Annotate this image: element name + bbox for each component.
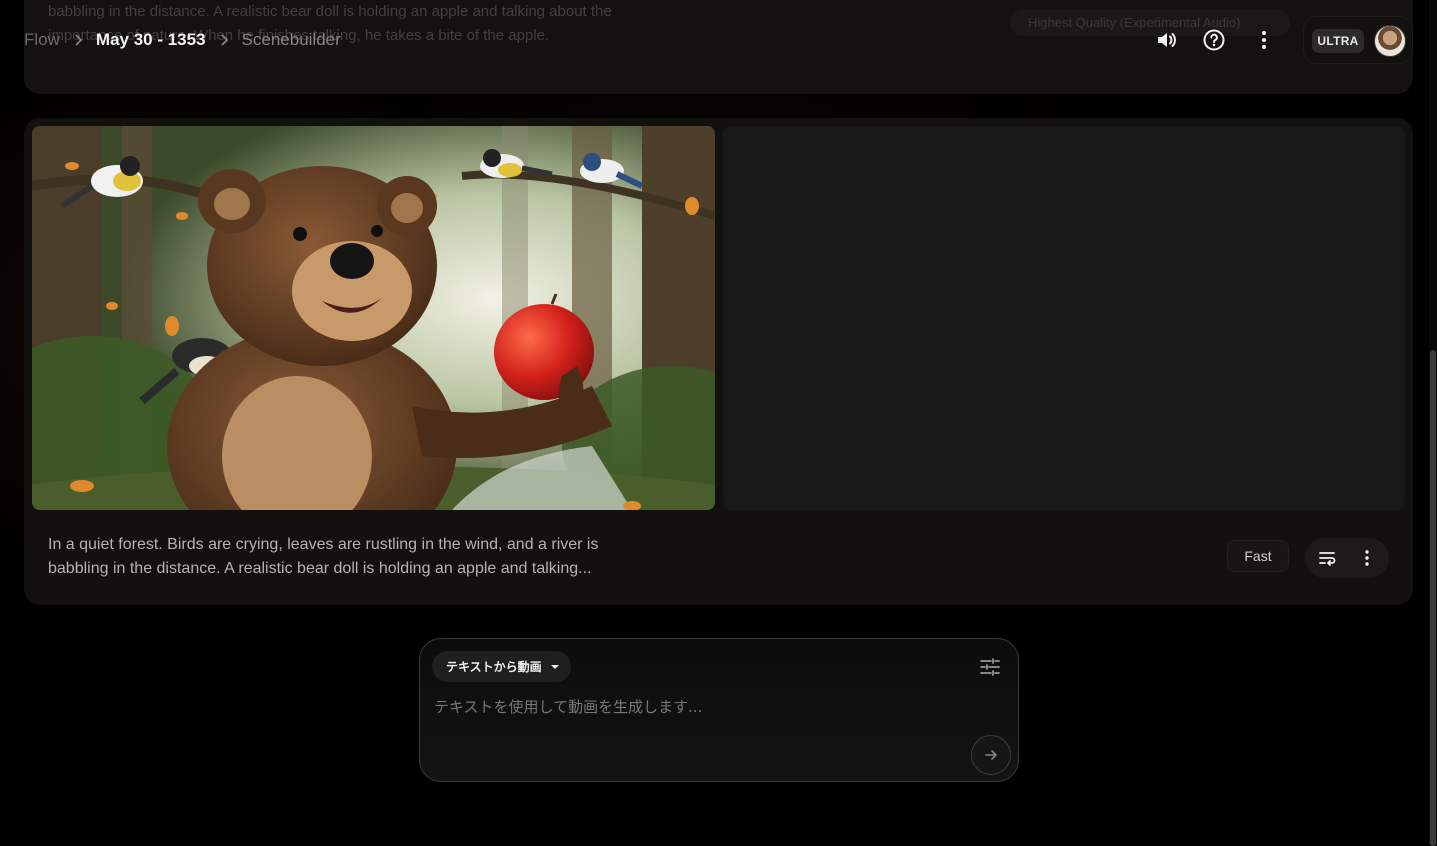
settings-tune-icon[interactable]: [978, 655, 1002, 679]
more-vert-icon[interactable]: [1355, 546, 1379, 570]
clip-caption: In a quiet forest. Birds are crying, lea…: [48, 536, 599, 577]
clip-actions: [1305, 538, 1389, 578]
chevron-right-icon: [220, 34, 228, 46]
bear-forest-illustration: [32, 126, 715, 510]
more-vert-icon[interactable]: [1248, 24, 1280, 56]
account-menu[interactable]: ULTRA: [1303, 16, 1413, 64]
breadcrumb-flow[interactable]: Flow: [24, 30, 60, 50]
volume-icon[interactable]: [1150, 24, 1182, 56]
prompt-composer: テキストから動画: [419, 638, 1019, 782]
empty-video-slot: [723, 126, 1405, 510]
breadcrumb-project[interactable]: May 30 - 1353: [96, 30, 206, 50]
arrow-right-icon: [985, 750, 997, 760]
chevron-right-icon: [75, 34, 83, 46]
send-button[interactable]: [971, 735, 1011, 775]
help-icon[interactable]: [1198, 24, 1230, 56]
clip-card: In a quiet forest. Birds are crying, lea…: [24, 118, 1413, 605]
avatar[interactable]: [1374, 25, 1406, 57]
speed-badge[interactable]: Fast: [1227, 540, 1289, 572]
mode-label: テキストから動画: [446, 660, 542, 674]
ultra-badge: ULTRA: [1312, 29, 1364, 53]
scrollbar-thumb[interactable]: [1430, 350, 1436, 846]
breadcrumb-scenebuilder[interactable]: Scenebuilder: [242, 30, 341, 50]
reuse-prompt-icon[interactable]: [1315, 546, 1339, 570]
top-header: Flow May 30 - 1353 Scenebuilder ULTRA: [0, 0, 1437, 80]
breadcrumb: Flow May 30 - 1353 Scenebuilder: [24, 28, 341, 52]
dropdown-arrow-icon: [550, 664, 559, 669]
video-thumbnail[interactable]: [32, 126, 715, 510]
mode-dropdown[interactable]: テキストから動画: [432, 651, 571, 682]
prompt-input[interactable]: [434, 693, 994, 721]
